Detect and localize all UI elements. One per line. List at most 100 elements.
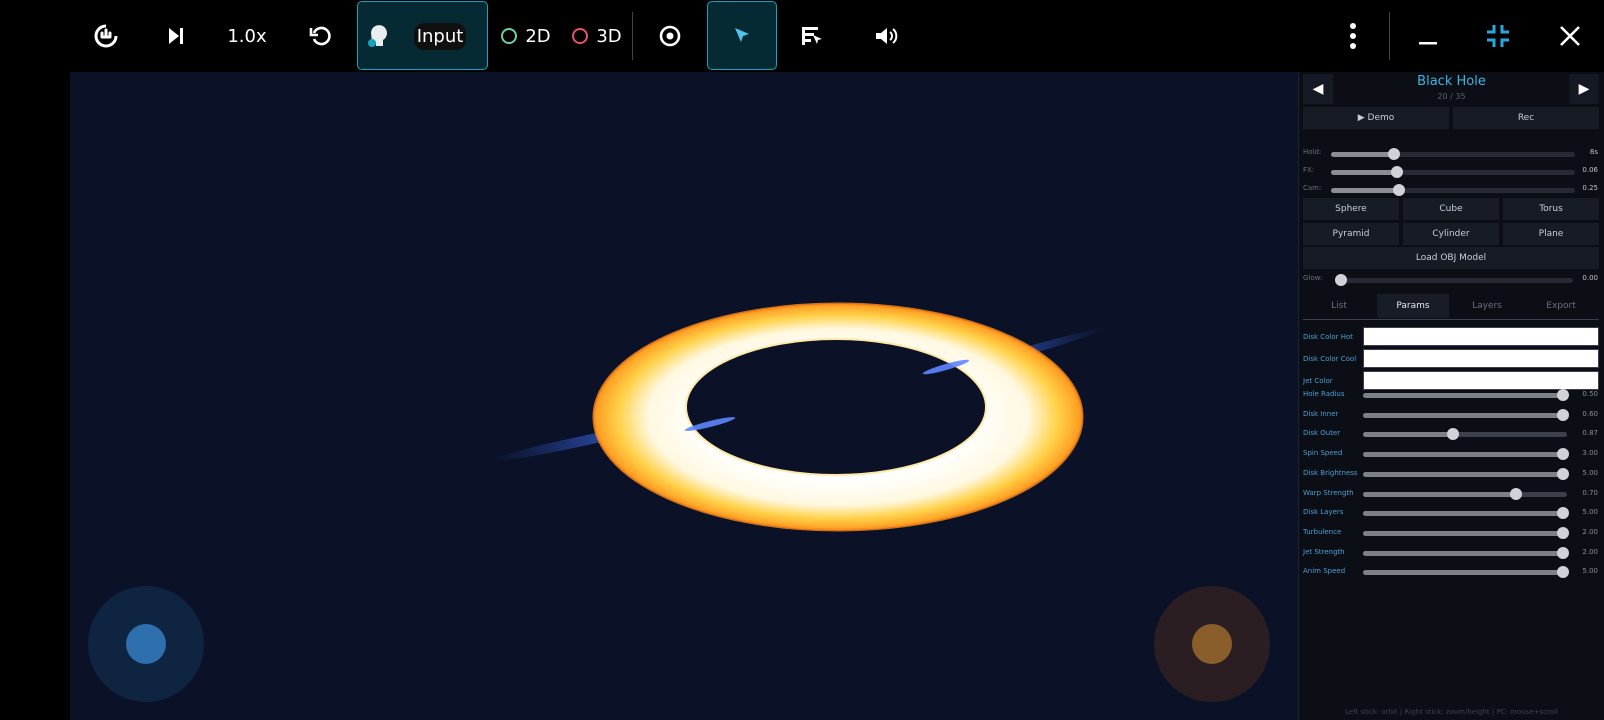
top-slider-value: 0.06 (1582, 166, 1598, 174)
param-value: 0.60 (1582, 409, 1598, 418)
next-preset-button[interactable]: ▶ (1569, 74, 1599, 104)
top-slider-knob[interactable] (1393, 184, 1406, 196)
param-slider[interactable] (1363, 507, 1569, 520)
param-slider[interactable] (1363, 428, 1567, 441)
cursor-icon (722, 0, 762, 72)
param-slider[interactable] (1363, 566, 1569, 579)
preset-title: Black Hole (1417, 74, 1486, 89)
param-slider[interactable] (1363, 389, 1569, 401)
prev-preset-button[interactable]: ◀ (1303, 74, 1333, 104)
render-viewport[interactable] (70, 72, 1298, 720)
param-slider-knob[interactable] (1556, 566, 1569, 579)
top-slider-label: Cam: (1303, 184, 1322, 192)
glow-slider-knob[interactable] (1335, 274, 1347, 286)
color-param-field[interactable] (1363, 349, 1599, 368)
ring-2d-icon (501, 28, 518, 44)
reset-icon[interactable] (300, 0, 340, 72)
top-slider[interactable] (1331, 166, 1575, 178)
tab-divider (1303, 319, 1599, 320)
param-slider-knob[interactable] (1556, 389, 1569, 401)
color-param-label: Jet Color (1303, 377, 1333, 385)
shape-button-cube[interactable]: Cube (1403, 198, 1499, 220)
right-joystick[interactable] (1154, 586, 1270, 702)
param-value: 2.00 (1582, 527, 1598, 536)
param-slider-knob[interactable] (1556, 448, 1569, 461)
mode-2d-toggle[interactable]: 2D (497, 0, 555, 72)
param-label: Warp Strength (1303, 488, 1354, 497)
top-slider[interactable] (1331, 148, 1575, 160)
input-label: Input (404, 0, 476, 72)
load-obj-button[interactable]: Load OBJ Model (1303, 247, 1599, 269)
param-label: Jet Strength (1303, 547, 1345, 556)
param-label: Anim Speed (1303, 567, 1346, 576)
exit-fullscreen-icon[interactable] (1478, 0, 1518, 72)
eye-icon[interactable] (650, 0, 690, 72)
param-slider-knob[interactable] (1510, 487, 1522, 500)
param-slider-knob[interactable] (1556, 467, 1569, 480)
param-slider[interactable] (1363, 526, 1569, 539)
param-value: 5.00 (1582, 468, 1598, 477)
brain-power-icon[interactable] (86, 0, 126, 72)
param-slider[interactable] (1363, 487, 1567, 500)
demo-button[interactable]: ▶ Demo (1303, 107, 1449, 129)
color-param-field[interactable] (1363, 327, 1599, 346)
tab-params[interactable]: Params (1377, 294, 1449, 318)
param-label: Disk Layers (1303, 508, 1344, 517)
top-slider-value: 8s (1589, 148, 1598, 156)
left-joystick[interactable] (88, 586, 204, 702)
glow-label: Glow: (1303, 274, 1323, 282)
more-vert-icon[interactable] (1338, 0, 1368, 72)
param-value: 5.00 (1582, 567, 1598, 576)
ring-3d-icon (572, 28, 589, 44)
skip-next-icon[interactable] (156, 0, 196, 72)
param-label: Disk Brightness (1303, 468, 1358, 477)
tab-layers[interactable]: Layers (1451, 294, 1523, 318)
param-slider-knob[interactable] (1556, 526, 1569, 539)
mode-3d-toggle[interactable]: 3D (568, 0, 626, 72)
close-icon[interactable] (1550, 0, 1590, 72)
tab-export[interactable]: Export (1525, 294, 1597, 318)
shape-button-plane[interactable]: Plane (1503, 223, 1599, 245)
param-slider-knob[interactable] (1446, 428, 1459, 441)
speed-button[interactable]: 1.0x (222, 0, 272, 72)
param-value: 0.70 (1582, 488, 1598, 497)
param-slider-knob[interactable] (1556, 507, 1569, 520)
param-value: 3.00 (1582, 449, 1598, 458)
color-param-field[interactable] (1363, 371, 1599, 390)
glow-slider[interactable] (1335, 274, 1573, 286)
param-value: 2.00 (1582, 547, 1598, 556)
top-toolbar: 1.0x Input 2D 3D (0, 0, 1604, 72)
top-slider-knob[interactable] (1388, 148, 1401, 160)
shape-button-cylinder[interactable]: Cylinder (1403, 223, 1499, 245)
param-label: Disk Inner (1303, 409, 1339, 418)
preset-counter: 20 / 35 (1437, 92, 1466, 101)
param-slider-knob[interactable] (1556, 546, 1569, 559)
param-label: Turbulence (1303, 527, 1342, 536)
minimize-icon[interactable] (1408, 0, 1448, 72)
top-slider[interactable] (1331, 184, 1575, 196)
param-value: 0.50 (1582, 390, 1598, 398)
right-joystick-knob[interactable] (1192, 624, 1232, 664)
glow-value: 0.00 (1582, 274, 1598, 282)
param-slider-knob[interactable] (1556, 408, 1569, 421)
param-slider[interactable] (1363, 467, 1569, 480)
left-joystick-knob[interactable] (126, 624, 166, 664)
rec-button[interactable]: Rec (1453, 107, 1599, 129)
shape-button-pyramid[interactable]: Pyramid (1303, 223, 1399, 245)
param-slider[interactable] (1363, 546, 1569, 559)
separator (632, 12, 633, 60)
list-cursor-icon[interactable] (792, 0, 832, 72)
color-param-label: Disk Color Cool (1303, 355, 1357, 363)
param-label: Disk Outer (1303, 429, 1341, 438)
param-slider[interactable] (1363, 448, 1569, 461)
param-slider[interactable] (1363, 408, 1569, 421)
settings-panel: ◀ Black Hole 20 / 35 ▶ ▶ Demo Rec Hold: … (1298, 72, 1604, 720)
top-slider-label: Hold: (1303, 148, 1322, 156)
param-label: Spin Speed (1303, 449, 1343, 458)
shape-button-torus[interactable]: Torus (1503, 198, 1599, 220)
tab-list[interactable]: List (1303, 294, 1375, 318)
shape-button-sphere[interactable]: Sphere (1303, 198, 1399, 220)
param-label: Hole Radius (1303, 390, 1345, 398)
volume-icon[interactable] (866, 0, 906, 72)
top-slider-knob[interactable] (1390, 166, 1403, 178)
